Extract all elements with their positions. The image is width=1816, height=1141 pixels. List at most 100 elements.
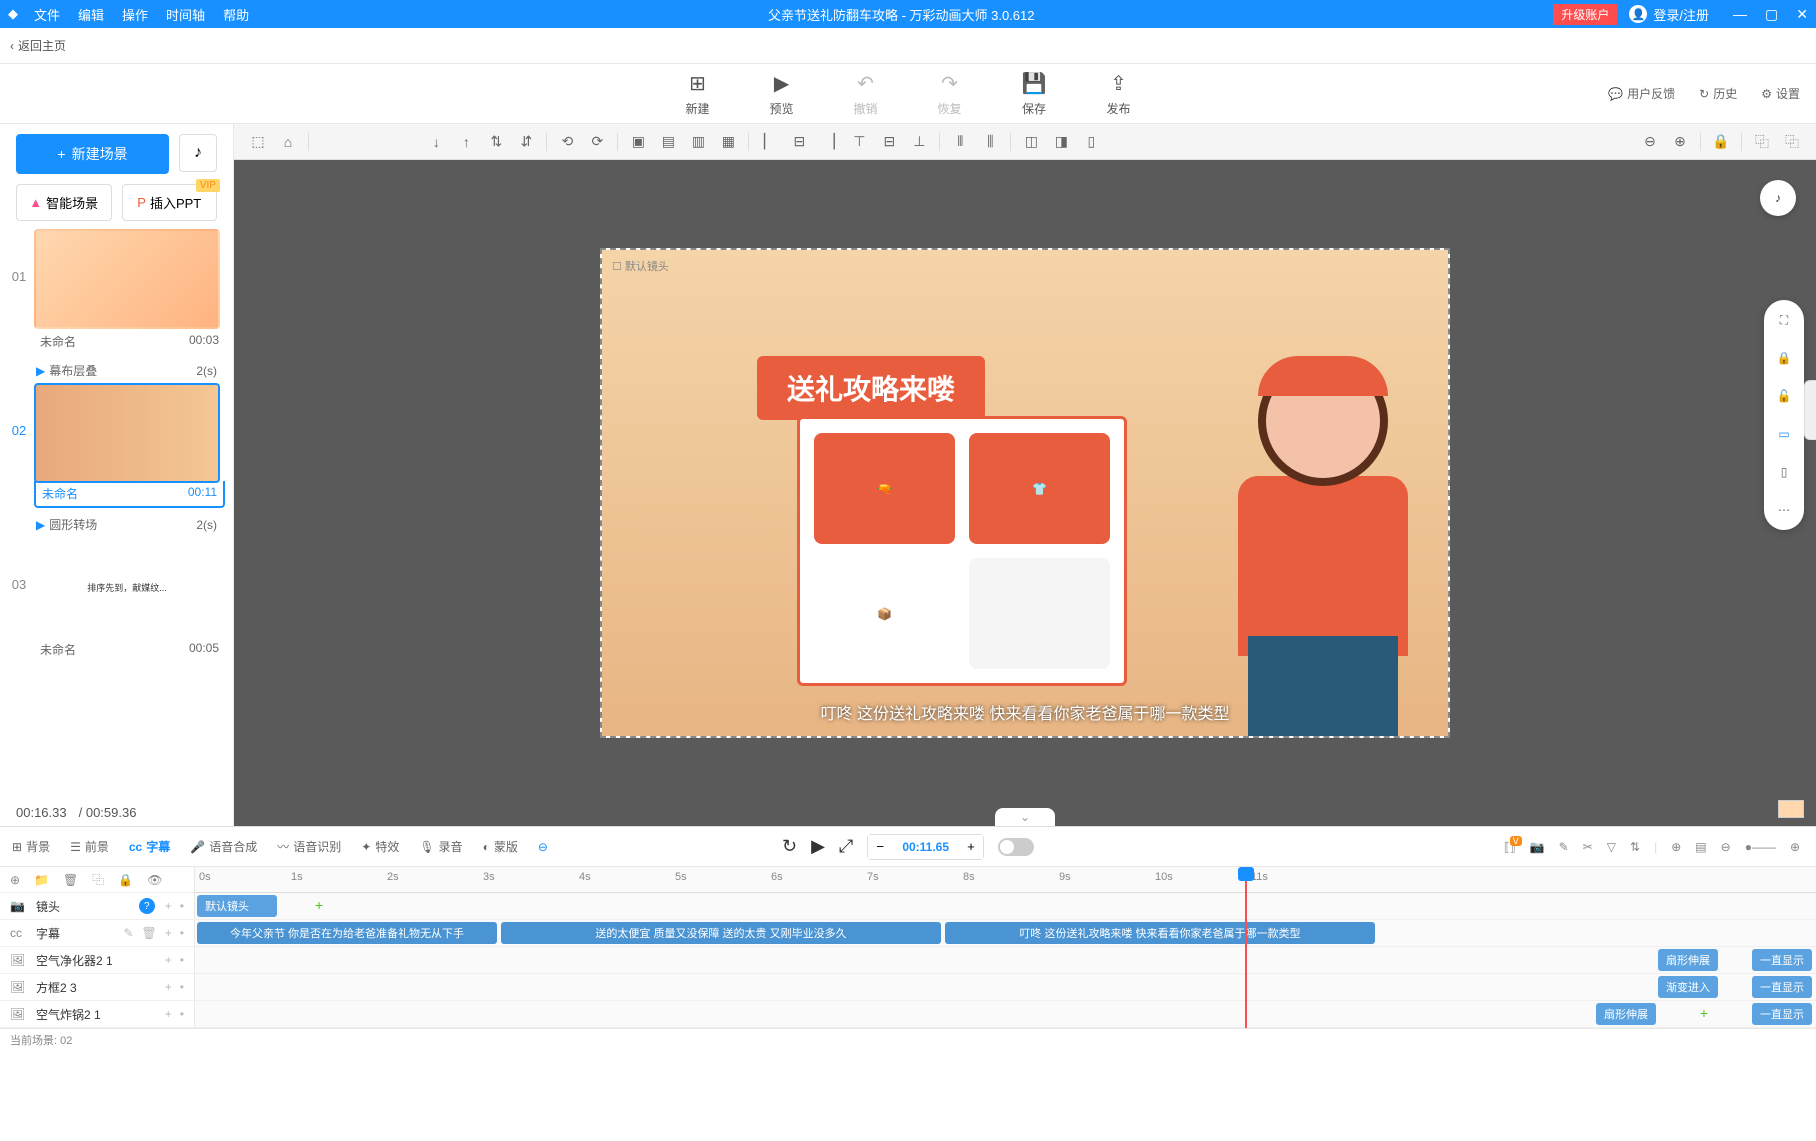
track-air[interactable]: 🖼 空气净化器2 1 +• xyxy=(0,947,194,974)
tool[interactable]: ▯ xyxy=(1077,128,1105,156)
align-tool[interactable]: ⇵ xyxy=(512,128,540,156)
tab-effects[interactable]: ✦特效 xyxy=(361,838,399,855)
mobile-view-tool[interactable]: ▯ xyxy=(1772,460,1796,484)
publish-button[interactable]: ⇪发布 xyxy=(1106,71,1130,117)
scene-thumbnail[interactable] xyxy=(34,383,220,483)
track-camera[interactable]: 📷 镜头 ? +• xyxy=(0,893,194,920)
effect-clip[interactable]: 一直显示 xyxy=(1752,1003,1812,1025)
rewind-button[interactable]: ↻ xyxy=(782,836,797,857)
decrease-button[interactable]: − xyxy=(868,835,892,859)
menu-help[interactable]: 帮助 xyxy=(223,5,249,24)
menu-file[interactable]: 文件 xyxy=(34,5,60,24)
desktop-view-tool[interactable]: ▭ xyxy=(1772,422,1796,446)
align-tool[interactable]: ↑ xyxy=(452,128,480,156)
camera-tool[interactable]: 📷 xyxy=(1530,840,1545,854)
duplicate-tool[interactable]: ⿻ xyxy=(1778,128,1806,156)
zoom-slider[interactable]: ●—— xyxy=(1745,840,1776,854)
lock-tool[interactable]: 🔒 xyxy=(1772,346,1796,370)
zoom-out-tool[interactable]: ⊖ xyxy=(1721,840,1731,854)
subtitle-clip-2[interactable]: 送的太便宜 质量又没保障 送的太贵 又刚毕业没多久 xyxy=(501,922,941,944)
minimap[interactable] xyxy=(1778,800,1804,818)
distribute-tool[interactable]: ⫴ xyxy=(946,128,974,156)
banner-text[interactable]: 送礼攻略来喽 xyxy=(757,356,985,420)
align-bottom-tool[interactable]: ⊥ xyxy=(905,128,933,156)
lock-icon[interactable]: 🔒 xyxy=(118,873,133,887)
increase-button[interactable]: + xyxy=(959,835,983,859)
fryer-track[interactable]: 扇形伸展 + 一直显示 xyxy=(195,1001,1816,1028)
align-tool[interactable]: ↓ xyxy=(422,128,450,156)
menu-action[interactable]: 操作 xyxy=(122,5,148,24)
effect-clip[interactable]: 渐变进入 xyxy=(1658,976,1718,998)
layer-tool[interactable]: ▣ xyxy=(624,128,652,156)
align-middle-tool[interactable]: ⊟ xyxy=(875,128,903,156)
folder-icon[interactable]: 📁 xyxy=(34,873,49,887)
effect-clip[interactable]: 扇形伸展 xyxy=(1658,949,1718,971)
scene-item-2[interactable]: 02 未命名00:11 xyxy=(8,383,225,508)
history-button[interactable]: ↻历史 xyxy=(1699,85,1737,102)
back-home-link[interactable]: ‹ 返回主页 xyxy=(10,37,66,54)
transition-2[interactable]: ▶圆形转场 2(s) xyxy=(8,512,225,537)
list-tool[interactable]: ▤ xyxy=(1695,840,1706,854)
gift-item-massager[interactable]: 🔫 xyxy=(814,433,955,544)
align-center-tool[interactable]: ⊟ xyxy=(785,128,813,156)
close-button[interactable]: ✕ xyxy=(1796,6,1808,23)
new-button[interactable]: ⊞新建 xyxy=(686,71,710,117)
scene-item-1[interactable]: 01 未命名00:03 xyxy=(8,229,225,354)
unlock-tool[interactable]: 🔓 xyxy=(1772,384,1796,408)
align-left-tool[interactable]: ▏ xyxy=(755,128,783,156)
zoom-out-tool[interactable]: ⊖ xyxy=(1636,128,1664,156)
tab-more[interactable]: ⊖ xyxy=(538,840,548,854)
save-button[interactable]: 💾保存 xyxy=(1022,71,1047,117)
smart-scene-button[interactable]: ▲ 智能场景 xyxy=(16,184,112,221)
box-track[interactable]: 渐变进入 一直显示 xyxy=(195,974,1816,1001)
scene-item-3[interactable]: 03 排序先到，献媒纹... 未命名00:05 xyxy=(8,537,225,662)
menu-timeline[interactable]: 时间轴 xyxy=(166,5,205,24)
zoom-in-tool[interactable]: ⊕ xyxy=(1666,128,1694,156)
login-button[interactable]: 👤 登录/注册 xyxy=(1629,5,1709,24)
playhead[interactable] xyxy=(1245,867,1247,1028)
import-ppt-button[interactable]: P 插入PPT VIP xyxy=(122,184,218,221)
expand-button[interactable]: ⤢ xyxy=(839,836,853,857)
layer-tool[interactable]: ▤ xyxy=(654,128,682,156)
canvas-music-button[interactable]: ♪ xyxy=(1760,180,1796,216)
align-tool[interactable]: ⇅ xyxy=(482,128,510,156)
new-scene-button[interactable]: + 新建场景 xyxy=(16,134,169,174)
lock-tool[interactable]: 🔒 xyxy=(1707,128,1735,156)
add-track-icon[interactable]: ⊕ xyxy=(10,873,20,887)
edit-tool[interactable]: ✎ xyxy=(1559,840,1569,854)
scene-thumbnail[interactable] xyxy=(34,229,220,329)
gift-item-empty[interactable] xyxy=(969,558,1110,669)
minimize-button[interactable]: — xyxy=(1733,6,1747,23)
help-icon[interactable]: ? xyxy=(139,898,155,914)
tab-subtitle[interactable]: cc字幕 xyxy=(129,838,170,855)
distribute-tool[interactable]: ⫼ xyxy=(976,128,1004,156)
timeline-ruler[interactable]: 0s 1s 2s 3s 4s 5s 6s 7s 8s 9s 10s 11s xyxy=(195,867,1816,893)
cut-tool[interactable]: ✂ xyxy=(1583,840,1593,854)
scene-thumbnail[interactable]: 排序先到，献媒纹... xyxy=(34,537,220,637)
settings-button[interactable]: ⚙设置 xyxy=(1761,85,1800,102)
eye-icon[interactable]: 👁 xyxy=(147,873,162,887)
subtitle-track[interactable]: 今年父亲节 你是否在为给老爸准备礼物无从下手 送的太便宜 质量又没保障 送的太贵… xyxy=(195,920,1816,947)
canvas[interactable]: ☐ 默认镜头 送礼攻略来喽 🔫 👕 📦 叮咚 这份送礼攻略来喽 快来看看你家老爸… xyxy=(600,248,1450,738)
tool[interactable]: ◫ xyxy=(1017,128,1045,156)
feedback-button[interactable]: 💬用户反馈 xyxy=(1608,85,1675,102)
track-box[interactable]: 🖼 方框2 3 +• xyxy=(0,974,194,1001)
gift-item-fryer[interactable]: 📦 xyxy=(814,558,955,669)
tab-background[interactable]: ⊞背景 xyxy=(12,838,50,855)
gift-panel[interactable]: 🔫 👕 📦 xyxy=(797,416,1127,686)
upgrade-button[interactable]: 升级账户 xyxy=(1553,4,1617,25)
filter-tool[interactable]: ▽ xyxy=(1607,840,1616,854)
delete-icon[interactable]: 🗑 xyxy=(63,873,78,887)
flip-tool[interactable]: ⟲ xyxy=(553,128,581,156)
track-subtitle[interactable]: cc 字幕 ✎🗑+• xyxy=(0,920,194,947)
add-tool[interactable]: ⊕ xyxy=(1671,840,1681,854)
tab-record[interactable]: 🎙录音 xyxy=(419,838,462,855)
subtitle-clip-3[interactable]: 叮咚 这份送礼攻略来喽 快来看看你家老爸属于哪一款类型 xyxy=(945,922,1375,944)
flip-tool[interactable]: ⟳ xyxy=(583,128,611,156)
tab-mask[interactable]: ◐蒙版 xyxy=(483,838,518,855)
layer-tool[interactable]: ▥ xyxy=(684,128,712,156)
subtitle-clip-1[interactable]: 今年父亲节 你是否在为给老爸准备礼物无从下手 xyxy=(197,922,497,944)
maximize-button[interactable]: ▢ xyxy=(1765,6,1778,23)
effect-clip[interactable]: 一直显示 xyxy=(1752,976,1812,998)
effect-clip[interactable]: 扇形伸展 xyxy=(1596,1003,1656,1025)
